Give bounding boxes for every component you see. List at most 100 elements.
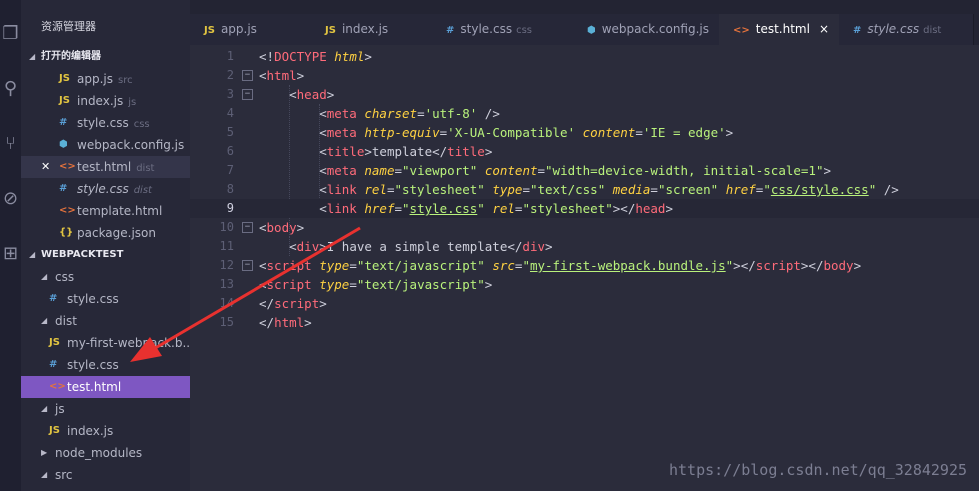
code-line[interactable]: 9 <link href="style.css" rel="stylesheet… xyxy=(190,199,979,218)
code-token: "text/javascript" xyxy=(356,258,485,273)
open-editor-item[interactable]: # style.css dist xyxy=(21,178,190,200)
open-editor-item[interactable]: JS app.js src xyxy=(21,68,190,90)
open-editor-item[interactable]: # style.css css xyxy=(21,112,190,134)
fold-toggle-icon[interactable]: − xyxy=(242,89,253,100)
code-token: "stylesheet" xyxy=(522,201,613,216)
debug-icon[interactable]: ⊘ xyxy=(0,185,21,213)
tree-file[interactable]: <> test.html xyxy=(21,376,190,398)
code-line[interactable]: 6 <title>template</title> xyxy=(190,142,979,161)
code-token: < xyxy=(259,106,327,121)
code-token: /> xyxy=(477,106,500,121)
file-type-icon: ⬢ xyxy=(587,25,596,36)
tab-app-js[interactable]: JS app.js xyxy=(190,14,312,45)
code-token: = xyxy=(349,277,357,292)
open-editor-item[interactable]: JS index.js js xyxy=(21,90,190,112)
tree-folder[interactable]: ◢ src xyxy=(21,464,190,486)
tree-file[interactable]: # style.css xyxy=(21,354,190,376)
code-line[interactable]: 11 <div>I have a simple template</div> xyxy=(190,237,979,256)
tree-folder[interactable]: ◢ dist xyxy=(21,310,190,332)
code-line[interactable]: 10− <body> xyxy=(190,218,979,237)
tab-webpack-config-js[interactable]: ⬢ webpack.config.js xyxy=(573,14,720,45)
code-editor[interactable]: 1 <!DOCTYPE html> 2− <html> 3− <head> 4 <meta… xyxy=(190,45,979,491)
file-folder-desc: css xyxy=(133,119,150,130)
file-name: template.html xyxy=(77,204,163,218)
open-editor-item[interactable]: ⬢ webpack.config.js xyxy=(21,134,190,156)
close-icon[interactable]: × xyxy=(819,14,829,45)
code-token: rel xyxy=(364,182,387,197)
code-text: <meta http-equiv = 'X-UA-Compatible' conte… xyxy=(259,123,733,142)
code-text: <title>template</title> xyxy=(259,142,492,161)
tab-test-html[interactable]: <> test.html × xyxy=(719,14,840,45)
open-editor-item[interactable]: <> template.html xyxy=(21,200,190,222)
file-type-icon: # xyxy=(59,117,68,128)
code-token: type xyxy=(319,277,350,292)
search-icon[interactable]: ⚲ xyxy=(0,75,21,103)
code-line[interactable]: 4 <meta charset='utf-8' /> xyxy=(190,104,979,123)
close-icon[interactable]: ✕ xyxy=(41,156,50,178)
file-folder-desc: dist xyxy=(136,163,155,174)
open-editor-item[interactable]: ✕ <> test.html dist xyxy=(21,156,190,178)
tab-style-css[interactable]: # style.css dist xyxy=(839,14,974,45)
code-line[interactable]: 13 <script type="text/javascript"> xyxy=(190,275,979,294)
open-editor-item[interactable]: {} package.json xyxy=(21,222,190,244)
code-token: script xyxy=(266,277,312,292)
code-line[interactable]: 5 <meta http-equiv = 'X-UA-Compatible' con… xyxy=(190,123,979,142)
file-label: my-first-webpack.b... xyxy=(67,336,190,350)
tree-folder[interactable]: ◢ css xyxy=(21,266,190,288)
fold-toggle-icon[interactable]: − xyxy=(242,222,253,233)
code-token: DOCTYPE xyxy=(274,49,327,64)
code-token: http-equiv xyxy=(364,125,440,140)
code-line[interactable]: 15 </html> xyxy=(190,313,979,332)
code-line[interactable]: 12− <script type="text/javascript" src="m… xyxy=(190,256,979,275)
code-token: > xyxy=(823,163,832,178)
code-token: "width=device-width, initial-scale=1" xyxy=(545,163,824,178)
extensions-icon[interactable]: ⊞ xyxy=(0,240,21,268)
code-line[interactable]: 2− <html> xyxy=(190,66,979,85)
code-line[interactable]: 3− <head> xyxy=(190,85,979,104)
file-folder-desc: dist xyxy=(133,185,152,196)
code-token: div xyxy=(296,239,320,254)
file-type-icon: <> xyxy=(59,205,76,216)
section-label: WEBPACKTEST xyxy=(41,249,124,260)
code-token: body xyxy=(823,258,854,273)
file-type-icon: {} xyxy=(59,227,74,238)
folder-label: dist xyxy=(55,314,77,328)
code-line[interactable]: 8 <link rel="stylesheet" type="text/css"… xyxy=(190,180,979,199)
file-label: index.js xyxy=(67,424,114,438)
tree-file[interactable]: JS my-first-webpack.b... xyxy=(21,332,190,354)
file-name: test.html xyxy=(77,160,132,174)
code-token: < xyxy=(259,125,327,140)
line-number: 7 xyxy=(226,163,234,177)
tree-file[interactable]: # style.css xyxy=(21,288,190,310)
tree-folder[interactable]: ◢ js xyxy=(21,398,190,420)
tab-label: test.html xyxy=(755,22,810,36)
tree-file[interactable]: JS index.js xyxy=(21,420,190,442)
code-token: src xyxy=(492,258,515,273)
code-token: > xyxy=(545,239,553,254)
file-type-icon: JS xyxy=(204,25,215,36)
fold-toggle-icon[interactable]: − xyxy=(242,260,253,271)
fold-toggle-icon[interactable]: − xyxy=(242,70,253,81)
tab-index-js[interactable]: JS index.js xyxy=(311,14,433,45)
code-token: </ xyxy=(259,296,275,311)
tree-folder[interactable]: ▶ node_modules xyxy=(21,442,190,464)
source-control-icon[interactable]: ⑂ xyxy=(0,130,21,158)
sidebar-section-header[interactable]: ◢ 打开的编辑器 xyxy=(21,46,190,68)
line-number: 15 xyxy=(219,315,234,329)
code-line[interactable]: 14 </script> xyxy=(190,294,979,313)
open-editor-label: package.json xyxy=(77,222,156,244)
code-token: = xyxy=(537,163,546,178)
file-name: app.js xyxy=(77,72,113,86)
code-line[interactable]: 1 <!DOCTYPE html> xyxy=(190,47,979,66)
tab-label: webpack.config.js xyxy=(601,22,710,36)
line-number: 1 xyxy=(226,49,234,63)
code-line[interactable]: 7 <meta name="viewport" content="width=d… xyxy=(190,161,979,180)
sidebar-section-header[interactable]: ◢ WEBPACKTEST xyxy=(21,244,190,266)
code-token: = xyxy=(349,258,357,273)
explorer-icon[interactable]: ❐ xyxy=(0,20,21,48)
code-token: < xyxy=(259,163,327,178)
code-token: css/style.css xyxy=(770,182,869,197)
tab-style-css[interactable]: # style.css css xyxy=(432,14,574,45)
code-token: = xyxy=(650,182,658,197)
